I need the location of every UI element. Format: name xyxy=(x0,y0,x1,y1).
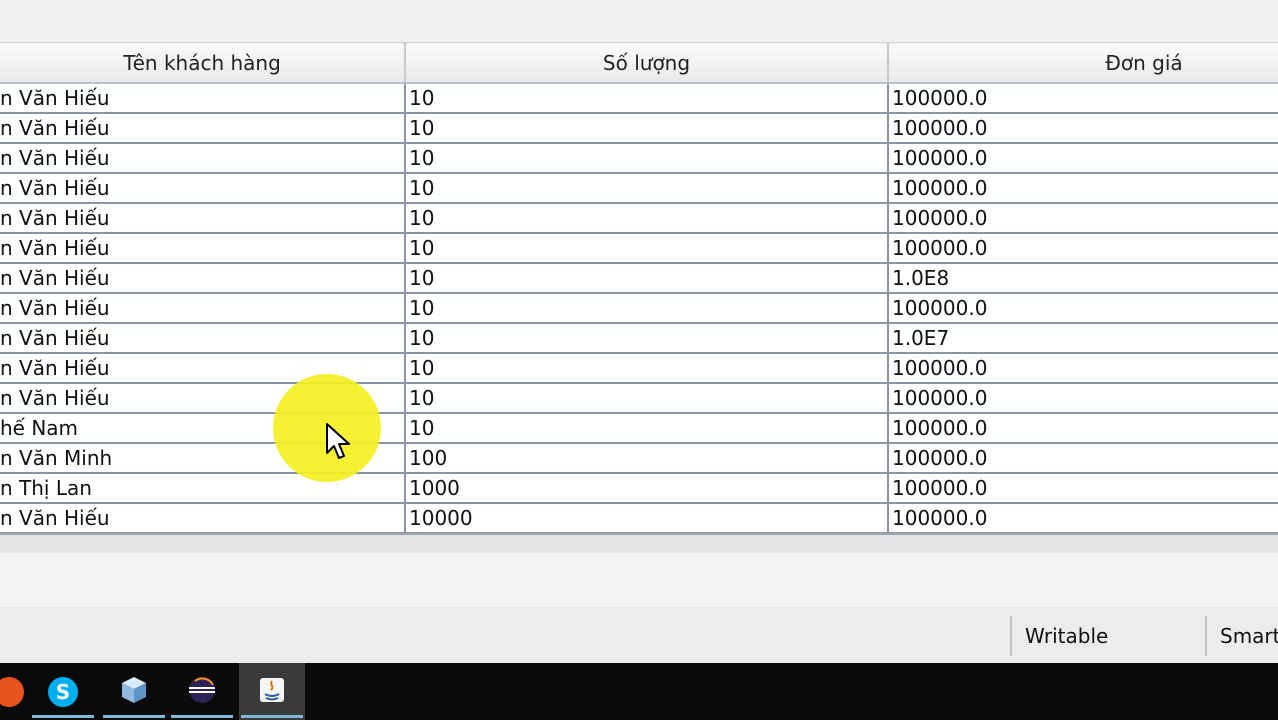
cell-unit-price[interactable]: 100000.0 xyxy=(888,173,1278,204)
cell-unit-price[interactable]: 100000.0 xyxy=(888,203,1278,234)
panel-gap xyxy=(0,553,1278,605)
table-header: Tên khách hàng Số lượng Đơn giá xyxy=(0,42,1278,84)
cell-customer-name[interactable]: n Văn Hiếu xyxy=(0,263,406,294)
cell-unit-price[interactable]: 100000.0 xyxy=(888,143,1278,174)
status-separator xyxy=(1010,616,1012,656)
table-row[interactable]: n Văn Hiếu 10 100000.0 xyxy=(0,113,1278,144)
cell-customer-name[interactable]: n Văn Hiếu xyxy=(0,113,406,144)
java-icon xyxy=(257,675,287,709)
table-row[interactable]: n Văn Hiếu 10 100000.0 xyxy=(0,383,1278,414)
taskbar-button-java-active[interactable] xyxy=(239,663,305,720)
cell-quantity[interactable]: 10 xyxy=(405,323,889,354)
cell-unit-price[interactable]: 1.0E8 xyxy=(888,263,1278,294)
cell-quantity[interactable]: 10 xyxy=(405,383,889,414)
column-header-customer-name[interactable]: Tên khách hàng xyxy=(0,42,406,84)
cell-customer-name[interactable]: n Văn Hiếu xyxy=(0,233,406,264)
skype-icon: S xyxy=(48,676,78,707)
status-bar: Writable Smart xyxy=(0,605,1278,664)
table-row[interactable]: n Văn Hiếu 10000 100000.0 xyxy=(0,503,1278,533)
table-row[interactable]: n Văn Hiếu 10 100000.0 xyxy=(0,293,1278,324)
table-row[interactable]: n Văn Hiếu 10 100000.0 xyxy=(0,83,1278,114)
cell-unit-price[interactable]: 100000.0 xyxy=(888,473,1278,504)
window-top-strip xyxy=(0,0,1278,42)
status-smart-insert: Smart xyxy=(1220,624,1278,648)
app-icon-partial xyxy=(0,676,24,707)
data-table[interactable]: Tên khách hàng Số lượng Đơn giá n Văn Hi… xyxy=(0,42,1278,533)
table-row[interactable]: n Văn Hiếu 10 1.0E7 xyxy=(0,323,1278,354)
cell-quantity[interactable]: 10 xyxy=(405,173,889,204)
cell-quantity[interactable]: 100 xyxy=(405,443,889,474)
column-header-quantity[interactable]: Số lượng xyxy=(405,42,889,84)
cell-customer-name[interactable]: n Văn Hiếu xyxy=(0,83,406,114)
taskbar-button-cube-app[interactable] xyxy=(101,663,167,720)
cell-quantity[interactable]: 10 xyxy=(405,293,889,324)
status-separator xyxy=(1205,616,1207,656)
table-row[interactable]: hế Nam 10 100000.0 xyxy=(0,413,1278,444)
eclipse-icon xyxy=(187,675,217,709)
cell-quantity[interactable]: 10000 xyxy=(405,503,889,533)
table-row[interactable]: n Văn Hiếu 10 100000.0 xyxy=(0,233,1278,264)
taskbar: S xyxy=(0,663,1278,720)
cell-unit-price[interactable]: 1.0E7 xyxy=(888,323,1278,354)
table-row[interactable]: n Thị Lan 1000 100000.0 xyxy=(0,473,1278,504)
taskbar-running-indicator xyxy=(32,715,94,718)
taskbar-running-indicator xyxy=(171,715,233,718)
cell-unit-price[interactable]: 100000.0 xyxy=(888,113,1278,144)
table-body: n Văn Hiếu 10 100000.0 n Văn Hiếu 10 100000.0… xyxy=(0,83,1278,533)
cell-unit-price[interactable]: 100000.0 xyxy=(888,503,1278,533)
cell-quantity[interactable]: 10 xyxy=(405,113,889,144)
cell-customer-name[interactable]: n Văn Hiếu xyxy=(0,143,406,174)
cell-unit-price[interactable]: 100000.0 xyxy=(888,353,1278,384)
column-header-unit-price[interactable]: Đơn giá xyxy=(888,42,1278,84)
cell-unit-price[interactable]: 100000.0 xyxy=(888,83,1278,114)
cell-quantity[interactable]: 10 xyxy=(405,353,889,384)
table-row[interactable]: n Văn Hiếu 10 100000.0 xyxy=(0,203,1278,234)
table-row[interactable]: n Văn Hiếu 10 100000.0 xyxy=(0,143,1278,174)
cell-customer-name[interactable]: n Văn Hiếu xyxy=(0,293,406,324)
cell-customer-name[interactable]: n Văn Hiếu xyxy=(0,503,406,533)
cell-unit-price[interactable]: 100000.0 xyxy=(888,293,1278,324)
cell-quantity[interactable]: 10 xyxy=(405,203,889,234)
table-row[interactable]: n Văn Minh 100 100000.0 xyxy=(0,443,1278,474)
cell-quantity[interactable]: 10 xyxy=(405,143,889,174)
cell-quantity[interactable]: 10 xyxy=(405,263,889,294)
taskbar-button-eclipse[interactable] xyxy=(169,663,235,720)
cube-icon xyxy=(119,675,149,709)
cell-customer-name[interactable]: n Văn Hiếu xyxy=(0,323,406,354)
table-row[interactable]: n Văn Hiếu 10 100000.0 xyxy=(0,173,1278,204)
cell-customer-name[interactable]: n Văn Hiếu xyxy=(0,203,406,234)
cell-unit-price[interactable]: 100000.0 xyxy=(888,233,1278,264)
table-row[interactable]: n Văn Hiếu 10 100000.0 xyxy=(0,353,1278,384)
cell-quantity[interactable]: 10 xyxy=(405,413,889,444)
cell-quantity[interactable]: 10 xyxy=(405,233,889,264)
cell-customer-name[interactable]: n Văn Hiếu xyxy=(0,173,406,204)
table-row[interactable]: n Văn Hiếu 10 1.0E8 xyxy=(0,263,1278,294)
taskbar-button-skype[interactable]: S xyxy=(30,663,96,720)
cell-quantity[interactable]: 10 xyxy=(405,83,889,114)
status-writable: Writable xyxy=(1025,624,1109,648)
taskbar-running-indicator xyxy=(241,715,303,718)
mouse-pointer-icon xyxy=(326,423,352,467)
cell-unit-price[interactable]: 100000.0 xyxy=(888,383,1278,414)
taskbar-running-indicator xyxy=(103,715,165,718)
cell-unit-price[interactable]: 100000.0 xyxy=(888,443,1278,474)
data-table-container[interactable]: Tên khách hàng Số lượng Đơn giá n Văn Hi… xyxy=(0,42,1278,533)
cell-unit-price[interactable]: 100000.0 xyxy=(888,413,1278,444)
cell-quantity[interactable]: 1000 xyxy=(405,473,889,504)
table-bottom-border xyxy=(0,533,1278,555)
